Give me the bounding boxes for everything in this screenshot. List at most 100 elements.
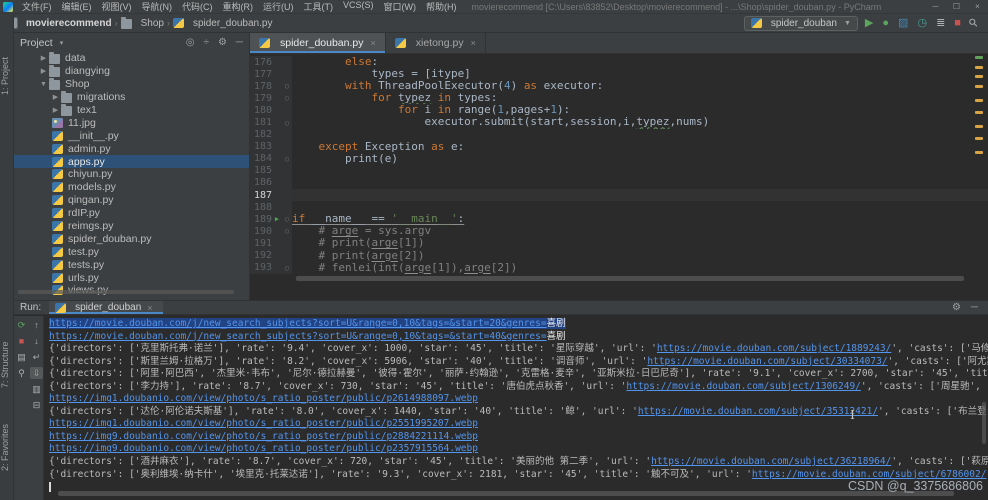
scroll-down-icon[interactable]: ↓ <box>30 335 43 347</box>
run-console[interactable]: https://movie.douban.com/j/new_search_su… <box>44 316 988 500</box>
fold-icon[interactable]: ○ <box>282 82 292 90</box>
console-link[interactable]: https://movie.douban.com/j/new_search_su… <box>49 318 547 329</box>
tree-item-diangying[interactable]: ▶diangying <box>14 65 249 78</box>
locate-file-icon[interactable]: ◎ <box>186 37 195 48</box>
fold-icon[interactable]: ○ <box>282 155 292 163</box>
coverage-icon[interactable]: ▨ <box>898 18 908 29</box>
fold-icon[interactable]: ○ <box>282 215 292 223</box>
hide-panel-icon[interactable]: ─ <box>236 37 243 48</box>
menu-item[interactable]: 窗口(W) <box>379 0 422 13</box>
clear-all-icon[interactable]: ⊟ <box>30 399 43 411</box>
console-link[interactable]: https://movie.douban.com/j/new_search_su… <box>49 331 547 342</box>
tree-item-11.jpg[interactable]: 11.jpg <box>14 116 249 129</box>
console-link[interactable]: https://img9.doubanio.com/view/photo/s_r… <box>49 431 478 442</box>
collapse-all-icon[interactable]: ÷ <box>203 37 209 48</box>
breadcrumb-item-Shop[interactable]: Shop <box>121 18 164 29</box>
tree-item-rdIP.py[interactable]: rdIP.py <box>14 207 249 220</box>
maximize-button[interactable]: ☐ <box>946 0 967 13</box>
minimize-panel-icon[interactable]: ─ <box>971 302 978 313</box>
run-line-icon[interactable]: ▶ <box>272 215 282 223</box>
restore-layout-icon[interactable]: ▤ <box>15 351 28 363</box>
minimize-button[interactable]: ─ <box>925 0 946 13</box>
menu-item[interactable]: 视图(V) <box>97 0 137 13</box>
editor-body[interactable]: 176 else:177 types = [itype]178○ with Th… <box>250 54 988 300</box>
close-icon[interactable]: × <box>471 38 476 48</box>
code-line-189[interactable]: 189▶○if __name__ == '__main__': <box>250 213 988 225</box>
code-line-185[interactable]: 185 <box>250 165 988 177</box>
chevron-collapsed-icon[interactable]: ▶ <box>50 93 61 101</box>
tree-item-models.py[interactable]: models.py <box>14 181 249 194</box>
code-line-176[interactable]: 176 else: <box>250 56 988 68</box>
console-line-6[interactable]: {'directors': ['李力持'], 'rate': '8.7', 'c… <box>49 381 988 394</box>
code-line-188[interactable]: 188 <box>250 201 988 213</box>
code-line-182[interactable]: 182 <box>250 129 988 141</box>
scroll-to-end-icon[interactable]: ⇩ <box>30 367 43 379</box>
chevron-expanded-icon[interactable]: ▼ <box>38 81 49 88</box>
breadcrumb-item-spider_douban.py[interactable]: spider_douban.py <box>173 18 273 29</box>
tree-item-tex1[interactable]: ▶tex1 <box>14 104 249 117</box>
code-line-186[interactable]: 186 <box>250 177 988 189</box>
console-line-7[interactable]: https://img1.doubanio.com/view/photo/s_r… <box>49 393 988 406</box>
scroll-up-icon[interactable]: ↑ <box>30 319 43 331</box>
stop-icon[interactable]: ■ <box>15 335 28 347</box>
code-line-177[interactable]: 177 types = [itype] <box>250 68 988 80</box>
run-configuration-select[interactable]: spider_douban ▼ <box>744 16 858 31</box>
console-link[interactable]: https://movie.douban.com/subject/3033407… <box>647 356 887 367</box>
debug-icon[interactable]: ● <box>882 18 889 29</box>
code-line-190[interactable]: 190○ # arge = sys.argv <box>250 225 988 237</box>
console-line-5[interactable]: {'directors': ['阿里·阿巴西', '杰里米·韦布', '尼尔·德… <box>49 368 988 381</box>
console-link[interactable]: https://img1.doubanio.com/view/photo/s_r… <box>49 393 478 404</box>
stop-icon[interactable]: ■ <box>954 18 961 29</box>
code-line-178[interactable]: 178○ with ThreadPoolExecutor(4) as execu… <box>250 80 988 92</box>
tree-item-spider_douban.py[interactable]: spider_douban.py <box>14 232 249 245</box>
menu-item[interactable]: 重构(R) <box>218 0 259 13</box>
code-line-192[interactable]: 192 # print(arge[2]) <box>250 250 988 262</box>
console-line-12[interactable]: {'directors': ['酒井麻衣'], 'rate': '8.7', '… <box>49 456 988 469</box>
console-hscrollbar[interactable] <box>58 491 954 496</box>
tree-item-__init__.py[interactable]: __init__.py <box>14 129 249 142</box>
console-line-2[interactable]: https://movie.douban.com/j/new_search_su… <box>49 331 988 344</box>
run-dashboard-icon[interactable]: ≣ <box>936 18 945 29</box>
chevron-collapsed-icon[interactable]: ▶ <box>38 54 49 62</box>
chevron-collapsed-icon[interactable]: ▶ <box>38 67 49 75</box>
console-vscrollbar[interactable] <box>982 402 986 444</box>
soft-wrap-icon[interactable]: ↵ <box>30 351 43 363</box>
tree-item-apps.py[interactable]: apps.py <box>14 155 249 168</box>
tool-window-project[interactable]: 1: Project <box>0 37 14 115</box>
tree-item-tests.py[interactable]: tests.py <box>14 258 249 271</box>
tree-item-Shop[interactable]: ▼Shop <box>14 78 249 91</box>
tree-item-urls.py[interactable]: urls.py <box>14 271 249 284</box>
search-everywhere-icon[interactable]: ⚲ <box>967 16 980 29</box>
tool-window-structure[interactable]: 7: Structure <box>0 325 14 405</box>
code-line-179[interactable]: 179○ for typez in types: <box>250 92 988 104</box>
pin-tab-icon[interactable]: ⚲ <box>15 367 28 379</box>
fold-icon[interactable]: ○ <box>282 94 292 102</box>
fold-icon[interactable]: ○ <box>282 227 292 235</box>
console-link[interactable]: https://img9.doubanio.com/view/photo/s_r… <box>49 443 478 454</box>
project-tree-hscrollbar[interactable] <box>18 290 234 294</box>
code-line-187[interactable]: 187 <box>250 189 988 201</box>
tree-item-reimgs.py[interactable]: reimgs.py <box>14 220 249 233</box>
tree-item-chiyun.py[interactable]: chiyun.py <box>14 168 249 181</box>
console-link[interactable]: https://movie.douban.com/subject/1306249… <box>626 381 861 392</box>
tree-item-data[interactable]: ▶data <box>14 52 249 65</box>
console-line-11[interactable]: https://img9.doubanio.com/view/photo/s_r… <box>49 443 988 456</box>
fold-icon[interactable]: ○ <box>282 264 292 272</box>
code-line-193[interactable]: 193○ # fenlei(int(arge[1]),arge[2]) <box>250 262 988 274</box>
run-tab[interactable]: spider_douban × <box>49 301 162 314</box>
code-line-184[interactable]: 184○ print(e) <box>250 153 988 165</box>
console-link[interactable]: https://movie.douban.com/subject/3621896… <box>651 456 891 467</box>
rerun-icon[interactable]: ⟳ <box>15 319 28 331</box>
console-link[interactable]: https://movie.douban.com/subject/1889243… <box>657 343 892 354</box>
editor-tab-spider_douban.py[interactable]: spider_douban.py× <box>250 33 386 53</box>
menu-item[interactable]: VCS(S) <box>338 0 379 13</box>
tree-item-test.py[interactable]: test.py <box>14 245 249 258</box>
tree-item-admin.py[interactable]: admin.py <box>14 142 249 155</box>
settings-icon[interactable]: ⚙ <box>952 302 961 313</box>
menu-item[interactable]: 运行(U) <box>258 0 299 13</box>
code-line-183[interactable]: 183 except Exception as e: <box>250 141 988 153</box>
console-line-10[interactable]: https://img9.doubanio.com/view/photo/s_r… <box>49 431 988 444</box>
fold-icon[interactable]: ○ <box>282 119 292 127</box>
tool-window-favorites[interactable]: 2: Favorites <box>0 407 14 487</box>
code-line-181[interactable]: 181○ executor.submit(start,session,i,typ… <box>250 116 988 128</box>
